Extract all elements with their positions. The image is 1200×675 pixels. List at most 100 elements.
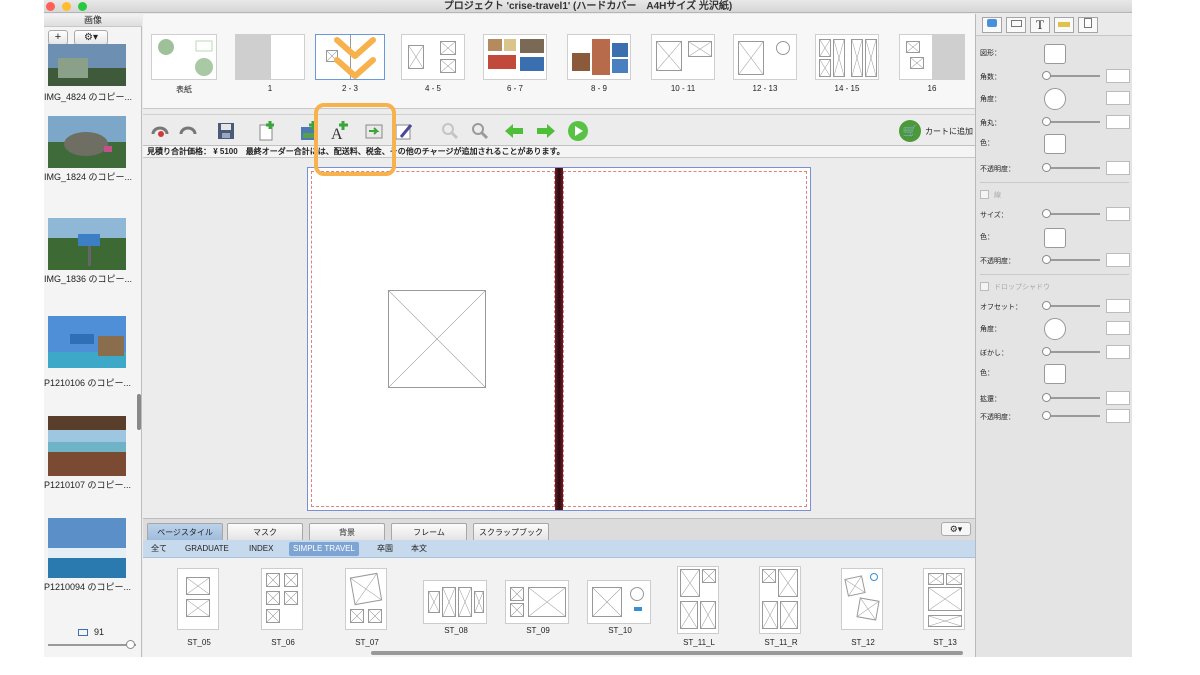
style-item[interactable]: ST_09: [503, 568, 573, 648]
style-item[interactable]: ST_11_R: [751, 566, 811, 648]
style-item[interactable]: ST_06: [253, 568, 313, 648]
photo-frame-placeholder[interactable]: [388, 290, 486, 388]
zoom-out-button[interactable]: [439, 121, 461, 141]
left-page[interactable]: [311, 171, 555, 507]
page-thumb-14-15[interactable]: 14 - 15: [815, 34, 879, 93]
slider-knob[interactable]: [1042, 347, 1051, 356]
slider-knob[interactable]: [126, 640, 135, 649]
fill-color-well[interactable]: [1044, 134, 1066, 154]
shadow-opacity-field[interactable]: [1106, 409, 1130, 423]
photo-thumbnail: [48, 116, 126, 168]
page-thumb-cover[interactable]: 表紙: [151, 34, 217, 94]
style-item[interactable]: ST_07: [337, 568, 397, 648]
page-thumb-4-5[interactable]: 4 - 5: [401, 34, 465, 93]
stroke-color-well[interactable]: [1044, 228, 1066, 248]
slider-knob[interactable]: [1042, 209, 1051, 218]
shape-tab[interactable]: [982, 17, 1002, 33]
slider-knob[interactable]: [1042, 393, 1051, 402]
slider-knob[interactable]: [1042, 411, 1051, 420]
page-thumb-image: [151, 34, 217, 80]
slider-knob[interactable]: [1042, 117, 1051, 126]
stroke-checkbox[interactable]: [980, 190, 989, 199]
filter-body[interactable]: 本文: [407, 542, 431, 556]
tab-background[interactable]: 背景: [309, 523, 385, 541]
style-list-scrollbar[interactable]: [371, 651, 963, 655]
next-page-button[interactable]: [535, 121, 557, 141]
shadow-angle-field[interactable]: [1106, 321, 1130, 335]
tab-page-style[interactable]: ページスタイル: [147, 523, 223, 541]
corners-slider[interactable]: [1042, 71, 1100, 80]
slider-knob[interactable]: [1042, 71, 1051, 80]
opacity-field[interactable]: [1106, 161, 1130, 175]
corner-radius-slider[interactable]: [1042, 117, 1100, 126]
zoom-in-button[interactable]: [469, 121, 491, 141]
corner-radius-field[interactable]: [1106, 115, 1130, 129]
frame-placeholder-icon: [528, 587, 566, 617]
page-thumb-8-9[interactable]: 8 - 9: [567, 34, 631, 93]
add-page-button[interactable]: [257, 121, 279, 141]
thumbnail-size-slider[interactable]: [48, 640, 136, 649]
edit-button[interactable]: [393, 121, 415, 141]
corners-row: 角数：: [980, 68, 1130, 88]
shadow-color-well[interactable]: [1044, 364, 1066, 384]
page-thumb-16[interactable]: 16: [899, 34, 965, 93]
page-thumb-10-11[interactable]: 10 - 11: [651, 34, 715, 93]
page-thumb-6-7[interactable]: 6 - 7: [483, 34, 547, 93]
stroke-size-slider[interactable]: [1042, 209, 1100, 218]
shadow-color-row: 色：: [980, 364, 1130, 384]
stroke-opacity-field[interactable]: [1106, 253, 1130, 267]
style-item[interactable]: ST_11_L: [669, 566, 729, 648]
text-tab[interactable]: T: [1030, 17, 1050, 33]
filter-all[interactable]: 全て: [147, 542, 171, 556]
redo-button[interactable]: [177, 121, 199, 141]
style-item[interactable]: ST_10: [585, 568, 655, 648]
tab-scrapbook[interactable]: スクラップブック: [473, 523, 549, 541]
shape-picker[interactable]: [1044, 44, 1066, 64]
page-thumb-12-13[interactable]: 12 - 13: [733, 34, 797, 93]
page-thumb-label: 12 - 13: [752, 84, 778, 93]
stroke-opacity-slider[interactable]: [1042, 255, 1100, 264]
shadow-spread-slider[interactable]: [1042, 393, 1100, 402]
style-item[interactable]: ST_08: [421, 568, 491, 648]
save-button[interactable]: [215, 121, 237, 141]
undo-button[interactable]: [149, 121, 171, 141]
shadow-opacity-slider[interactable]: [1042, 411, 1100, 420]
shadow-offset-slider[interactable]: [1042, 301, 1100, 310]
add-to-cart-button[interactable]: 🛒 カートに追加: [899, 120, 973, 142]
add-photo-button[interactable]: +: [48, 30, 68, 45]
opacity-slider[interactable]: [1042, 163, 1100, 172]
filter-kindergarten[interactable]: 卒園: [373, 542, 397, 556]
filter-graduate[interactable]: GRADUATE: [181, 542, 233, 556]
style-gear-button[interactable]: ⚙▾: [941, 522, 971, 536]
style-item[interactable]: ST_12: [833, 568, 893, 648]
stroke-size-field[interactable]: [1106, 207, 1130, 221]
slider-knob[interactable]: [1042, 301, 1051, 310]
style-item[interactable]: ST_05: [169, 568, 229, 648]
drop-shadow-checkbox[interactable]: [980, 282, 989, 291]
tab-mask[interactable]: マスク: [227, 523, 303, 541]
shadow-blur-field[interactable]: [1106, 345, 1130, 359]
photo-browser-scrollbar[interactable]: [137, 394, 141, 430]
photo-gear-button[interactable]: ⚙▾: [74, 30, 108, 45]
shadow-offset-field[interactable]: [1106, 299, 1130, 313]
previous-page-button[interactable]: [503, 121, 525, 141]
slider-knob[interactable]: [1042, 255, 1051, 264]
shadow-blur-slider[interactable]: [1042, 347, 1100, 356]
style-preview: [505, 580, 569, 624]
right-page[interactable]: [563, 171, 807, 507]
filter-simple-travel[interactable]: SIMPLE TRAVEL: [289, 542, 359, 556]
filter-index[interactable]: INDEX: [245, 542, 277, 556]
corners-field[interactable]: [1106, 69, 1130, 83]
ruler-tab[interactable]: [1054, 17, 1074, 33]
angle-field[interactable]: [1106, 91, 1130, 105]
shadow-angle-dial[interactable]: [1044, 318, 1066, 340]
page-tab[interactable]: [1078, 17, 1098, 33]
page-thumb-1[interactable]: 1: [235, 34, 305, 93]
style-item[interactable]: ST_13: [915, 568, 975, 648]
shadow-spread-field[interactable]: [1106, 391, 1130, 405]
play-slideshow-button[interactable]: [567, 121, 589, 141]
angle-dial[interactable]: [1044, 88, 1066, 110]
frame-tab[interactable]: [1006, 17, 1026, 33]
slider-knob[interactable]: [1042, 163, 1051, 172]
tab-frame[interactable]: フレーム: [391, 523, 467, 541]
